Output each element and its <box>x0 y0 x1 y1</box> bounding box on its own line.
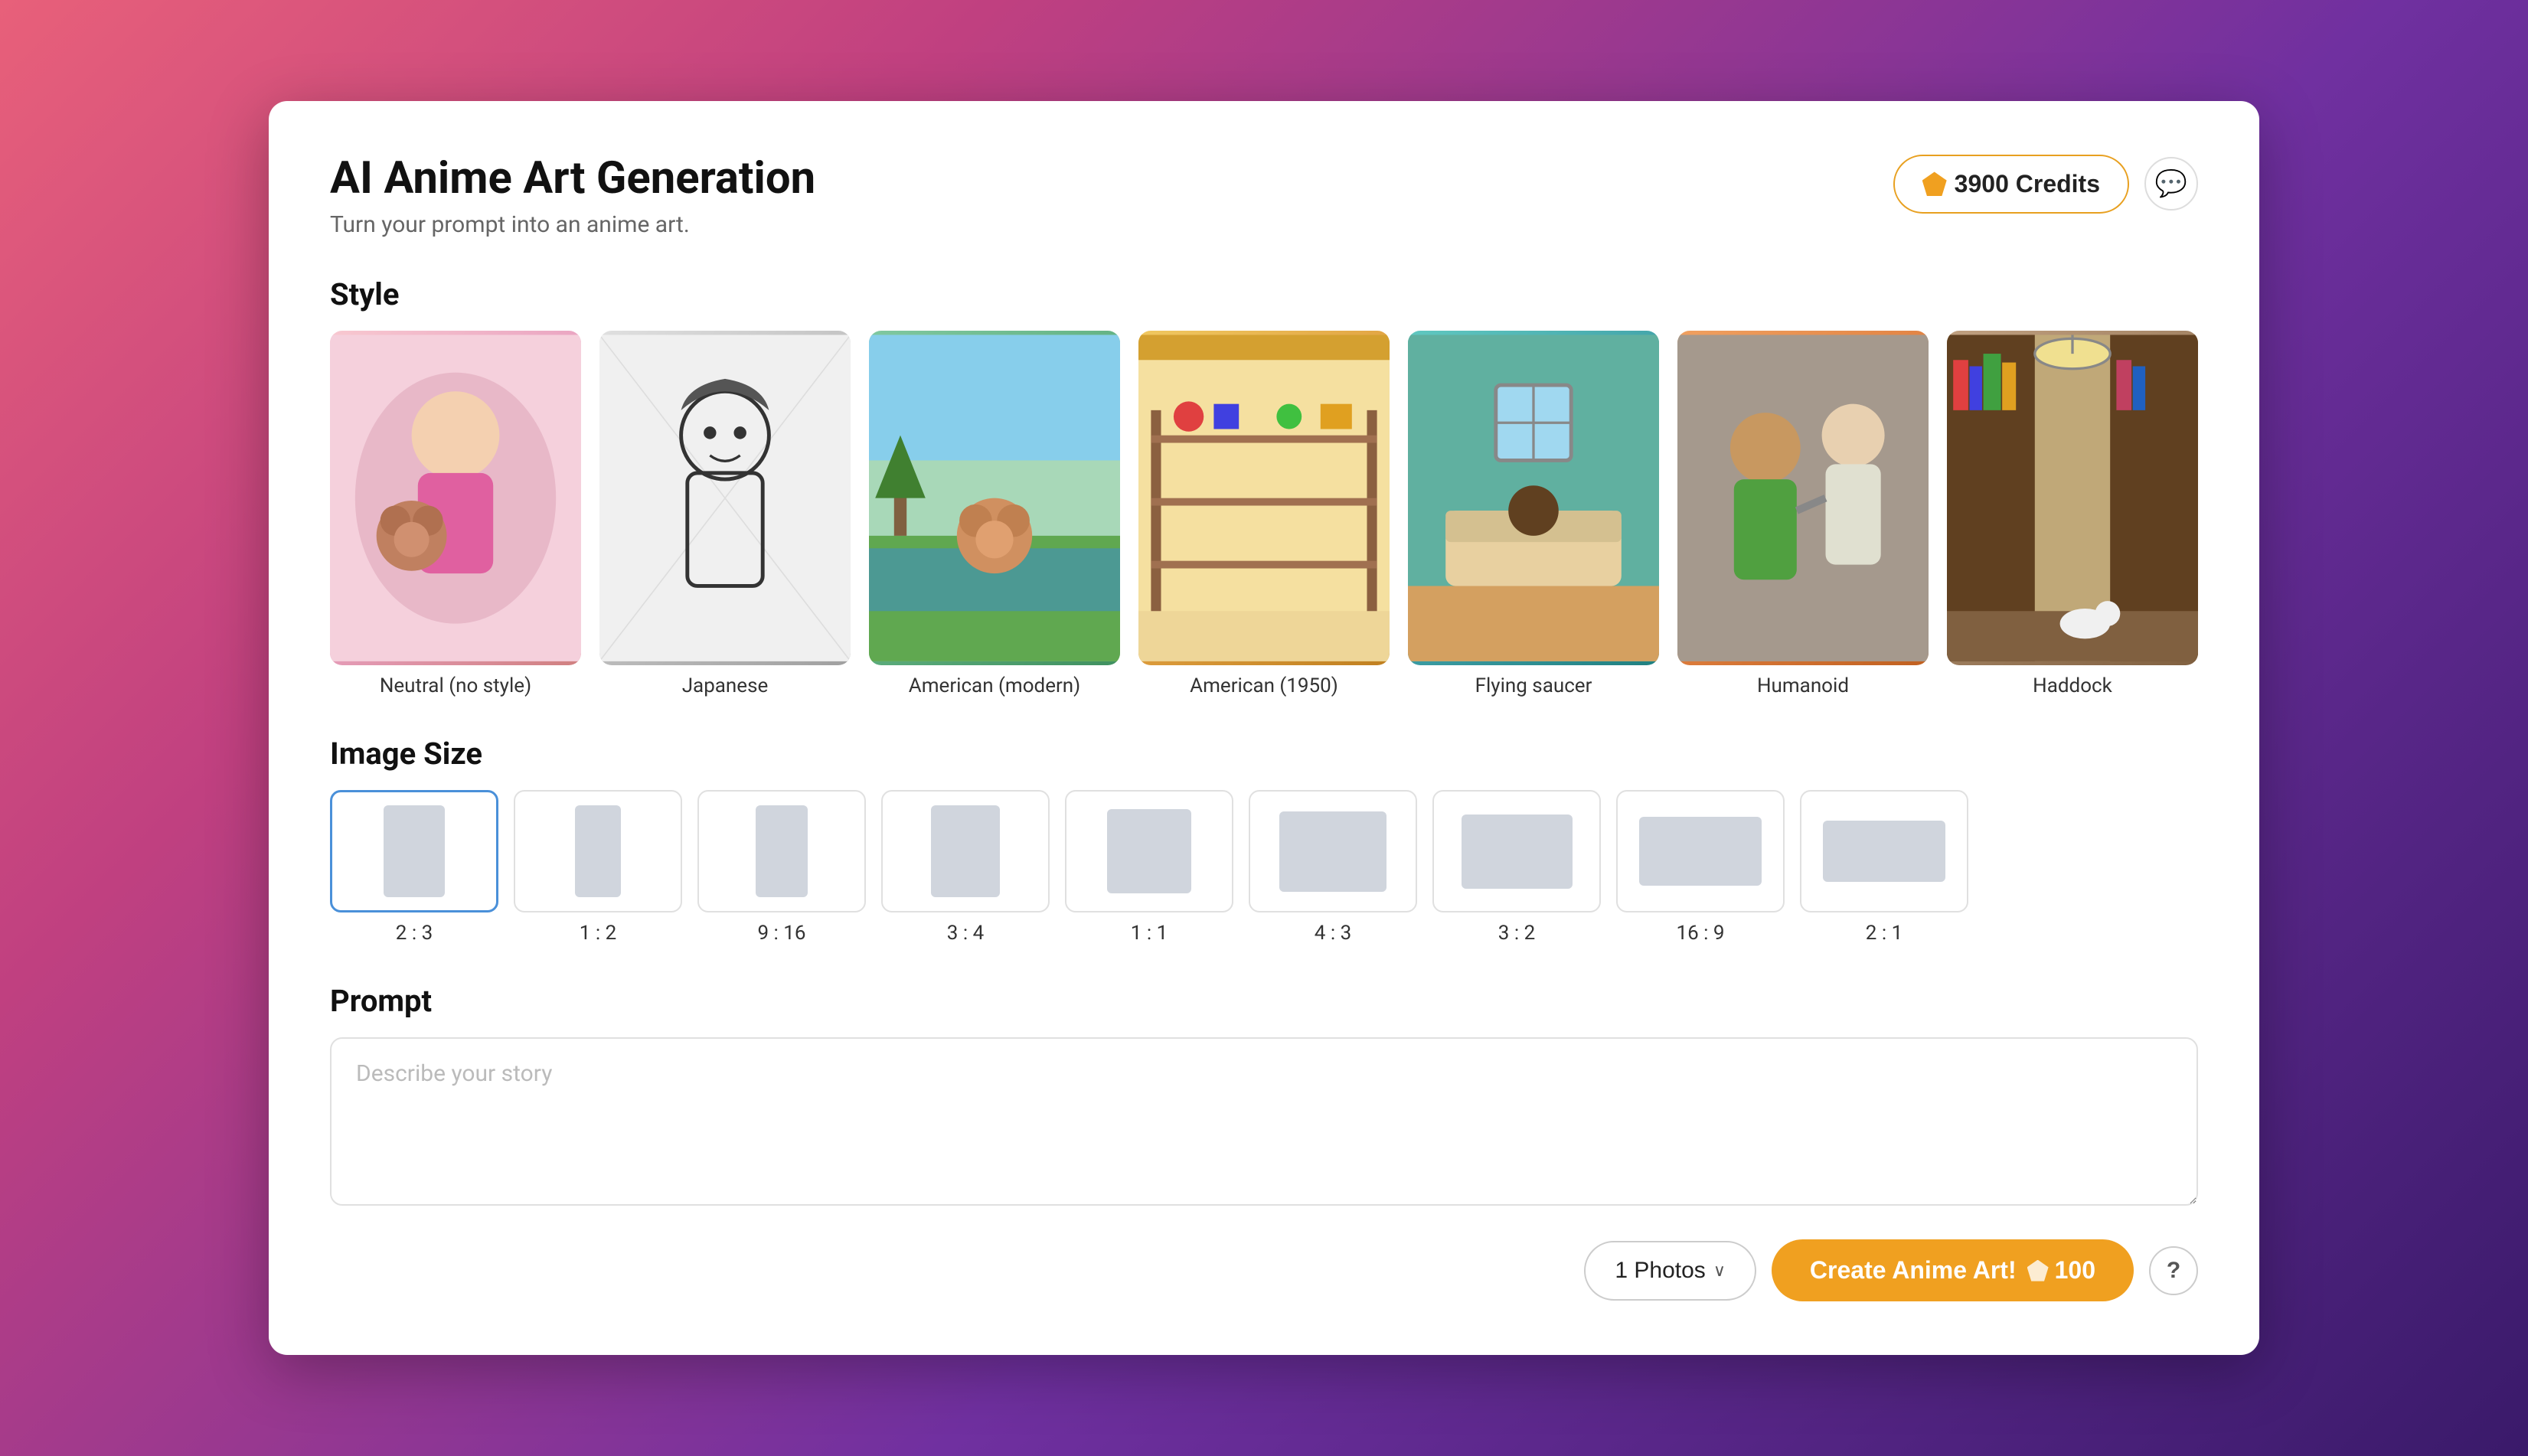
size-rect-3-2 <box>1462 815 1573 889</box>
style-label-humanoid: Humanoid <box>1757 674 1849 697</box>
prompt-title: Prompt <box>330 983 2198 1019</box>
size-label-3-4: 3 : 4 <box>947 922 984 945</box>
size-item-1-1[interactable]: 1 : 1 <box>1065 790 1233 945</box>
style-image-flying-saucer <box>1408 331 1659 665</box>
size-box-3-2 <box>1432 790 1601 912</box>
size-label-1-1: 1 : 1 <box>1131 922 1168 945</box>
bottom-bar: 1 Photos ∨ Create Anime Art! 100 ? <box>330 1239 2198 1301</box>
size-item-3-4[interactable]: 3 : 4 <box>881 790 1050 945</box>
style-label-flying-saucer: Flying saucer <box>1475 674 1592 697</box>
photos-dropdown-button[interactable]: 1 Photos ∨ <box>1584 1241 1756 1301</box>
help-button[interactable]: ? <box>2149 1246 2198 1295</box>
size-item-16-9[interactable]: 16 : 9 <box>1616 790 1785 945</box>
style-item-haddock[interactable]: Haddock <box>1947 331 2198 697</box>
size-label-4-3: 4 : 3 <box>1315 922 1351 945</box>
size-rect-1-1 <box>1107 809 1191 893</box>
size-box-16-9 <box>1616 790 1785 912</box>
style-image-american-1950 <box>1138 331 1390 665</box>
style-item-flying-saucer[interactable]: Flying saucer <box>1408 331 1659 697</box>
cost-value: 100 <box>2055 1256 2095 1285</box>
size-label-9-16: 9 : 16 <box>757 922 805 945</box>
size-item-4-3[interactable]: 4 : 3 <box>1249 790 1417 945</box>
style-image-haddock <box>1947 331 2198 665</box>
header-right: 3900 Credits 💬 <box>1893 155 2198 214</box>
style-image-neutral <box>330 331 581 665</box>
photos-label: 1 Photos <box>1615 1258 1705 1284</box>
prompt-input[interactable] <box>330 1037 2198 1206</box>
style-image-american-modern <box>869 331 1120 665</box>
style-label-haddock: Haddock <box>2033 674 2112 697</box>
chevron-down-icon: ∨ <box>1713 1261 1726 1281</box>
page-title: AI Anime Art Generation <box>330 155 815 204</box>
style-item-neutral[interactable]: Neutral (no style) <box>330 331 581 697</box>
size-box-4-3 <box>1249 790 1417 912</box>
cost-display: 100 <box>2027 1256 2095 1285</box>
style-label-american-modern: American (modern) <box>909 674 1080 697</box>
size-box-9-16 <box>697 790 866 912</box>
page-subtitle: Turn your prompt into an anime art. <box>330 211 815 238</box>
size-box-2-3 <box>330 790 498 912</box>
help-icon: ? <box>2167 1258 2180 1284</box>
style-section-title: Style <box>330 276 2198 312</box>
style-label-american-1950: American (1950) <box>1190 674 1338 697</box>
style-label-japanese: Japanese <box>682 674 769 697</box>
create-button[interactable]: Create Anime Art! 100 <box>1772 1239 2134 1301</box>
style-item-humanoid[interactable]: Humanoid <box>1677 331 1929 697</box>
size-box-3-4 <box>881 790 1050 912</box>
image-size-title: Image Size <box>330 736 2198 772</box>
size-item-2-3[interactable]: 2 : 3 <box>330 790 498 945</box>
size-item-3-2[interactable]: 3 : 2 <box>1432 790 1601 945</box>
header: AI Anime Art Generation Turn your prompt… <box>330 155 2198 238</box>
main-card: AI Anime Art Generation Turn your prompt… <box>269 101 2259 1355</box>
size-rect-2-1 <box>1823 821 1945 882</box>
style-section: Style Neutral (no style) <box>330 276 2198 697</box>
size-rect-1-2 <box>575 805 621 897</box>
style-item-american-modern[interactable]: American (modern) <box>869 331 1120 697</box>
size-label-3-2: 3 : 2 <box>1498 922 1535 945</box>
size-box-2-1 <box>1800 790 1968 912</box>
prompt-section: Prompt <box>330 983 2198 1239</box>
style-item-japanese[interactable]: Japanese <box>599 331 851 697</box>
style-image-humanoid <box>1677 331 1929 665</box>
size-rect-16-9 <box>1639 817 1762 886</box>
chat-icon: 💬 <box>2155 168 2187 199</box>
create-label: Create Anime Art! <box>1810 1256 2017 1285</box>
header-left: AI Anime Art Generation Turn your prompt… <box>330 155 815 238</box>
size-label-2-1: 2 : 1 <box>1866 922 1903 945</box>
credits-label: 3900 Credits <box>1955 170 2100 198</box>
image-size-section: Image Size 2 : 3 1 : 2 9 : 16 3 : 4 <box>330 736 2198 945</box>
size-box-1-2 <box>514 790 682 912</box>
cost-gem-icon <box>2027 1260 2049 1281</box>
size-rect-4-3 <box>1279 811 1386 892</box>
size-rect-9-16 <box>756 805 808 897</box>
style-label-neutral: Neutral (no style) <box>380 674 531 697</box>
size-item-9-16[interactable]: 9 : 16 <box>697 790 866 945</box>
size-box-1-1 <box>1065 790 1233 912</box>
size-grid: 2 : 3 1 : 2 9 : 16 3 : 4 1 : 1 <box>330 790 2198 945</box>
style-image-japanese <box>599 331 851 665</box>
style-grid: Neutral (no style) Japanese <box>330 331 2198 697</box>
size-rect-2-3 <box>384 805 445 897</box>
chat-button[interactable]: 💬 <box>2144 157 2198 211</box>
size-label-1-2: 1 : 2 <box>580 922 616 945</box>
credits-button[interactable]: 3900 Credits <box>1893 155 2129 214</box>
gem-icon <box>1922 171 1947 196</box>
size-item-2-1[interactable]: 2 : 1 <box>1800 790 1968 945</box>
size-label-2-3: 2 : 3 <box>396 922 433 945</box>
size-rect-3-4 <box>931 805 1000 897</box>
size-label-16-9: 16 : 9 <box>1676 922 1724 945</box>
style-item-american-1950[interactable]: American (1950) <box>1138 331 1390 697</box>
size-item-1-2[interactable]: 1 : 2 <box>514 790 682 945</box>
